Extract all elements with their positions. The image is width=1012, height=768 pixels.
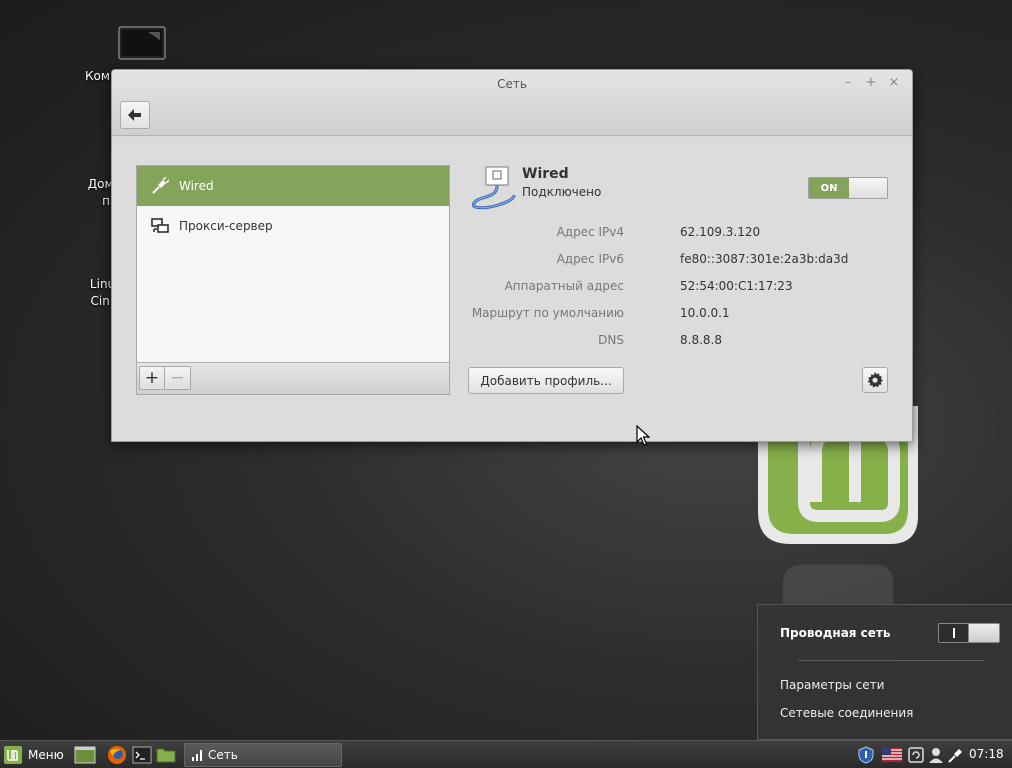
list-item-label: Wired [179, 179, 214, 193]
arrow-left-icon [128, 109, 141, 121]
minimize-button[interactable]: – [841, 75, 855, 91]
list-item-label: Прокси-сервер [179, 219, 273, 233]
info-value: 62.109.3.120 [680, 225, 761, 239]
list-toolbar: + − [137, 362, 449, 394]
maximize-button[interactable]: + [864, 75, 878, 91]
gear-icon [867, 372, 883, 388]
terminal-icon[interactable] [132, 745, 152, 765]
taskbar-item-label: Сеть [208, 748, 238, 762]
toggle-on-label: ON [809, 178, 849, 198]
popup-separator [798, 660, 984, 661]
mouse-cursor-icon [636, 425, 650, 446]
window-title: Сеть [497, 77, 527, 91]
computer-icon [118, 26, 166, 62]
connection-name: Wired [522, 166, 569, 182]
add-profile-button[interactable]: Добавить профиль... [468, 367, 624, 394]
info-value: 10.0.0.1 [680, 306, 730, 320]
info-row-ipv6: Адрес IPv6 fe80::3087:301e:2a3b:da3d [468, 252, 868, 270]
info-row-dns: DNS 8.8.8.8 [468, 333, 868, 351]
info-label: Адрес IPv4 [556, 225, 624, 239]
connection-status: Подключено [522, 185, 602, 199]
info-row-mac: Аппаратный адрес 52:54:00:C1:17:23 [468, 279, 868, 297]
menu-button[interactable]: Меню [4, 744, 64, 766]
user-icon[interactable] [927, 746, 945, 764]
bottom-panel: Меню Сеть 07:18 [0, 740, 1012, 768]
network-wired-icon[interactable] [947, 746, 965, 764]
info-label: Аппаратный адрес [504, 279, 624, 293]
info-label: Маршрут по умолчанию [471, 306, 624, 320]
info-row-route: Маршрут по умолчанию 10.0.0.1 [468, 306, 868, 324]
ethernet-cable-icon [471, 166, 516, 210]
network-settings-item[interactable]: Параметры сети [780, 678, 884, 692]
mint-menu-icon [4, 746, 22, 764]
connection-list: Wired Прокси-сервер + − [136, 165, 450, 395]
window-content: Wired Прокси-сервер + − Wired Подключено… [112, 137, 912, 441]
network-applet-popup: Проводная сеть Параметры сети Сетевые со… [757, 604, 1012, 740]
remove-connection-button[interactable]: − [165, 366, 191, 390]
add-connection-button[interactable]: + [139, 366, 165, 390]
window-titlebar[interactable]: Сеть – + × [112, 70, 912, 136]
show-desktop-icon[interactable] [74, 745, 96, 765]
wired-plug-icon [152, 177, 169, 194]
taskbar-item-network[interactable]: Сеть [184, 743, 342, 767]
back-button[interactable] [120, 101, 150, 129]
us-flag-icon[interactable] [882, 746, 902, 764]
info-row-ipv4: Адрес IPv4 62.109.3.120 [468, 225, 868, 243]
clock[interactable]: 07:18 [969, 747, 1004, 761]
info-value: 52:54:00:C1:17:23 [680, 279, 793, 293]
connection-toggle[interactable]: ON [808, 177, 888, 199]
wired-network-switch[interactable] [938, 623, 1000, 643]
files-folder-icon[interactable] [156, 745, 176, 765]
list-item-proxy[interactable]: Прокси-сервер [137, 206, 449, 246]
info-value: fe80::3087:301e:2a3b:da3d [680, 252, 849, 266]
network-signal-icon [192, 750, 202, 761]
shield-icon[interactable] [857, 746, 875, 764]
network-connections-item[interactable]: Сетевые соединения [780, 706, 913, 720]
network-settings-window: Сеть – + × Wired Прокси-сервер + − Wired… [111, 69, 913, 442]
update-manager-icon[interactable] [907, 746, 925, 764]
info-value: 8.8.8.8 [680, 333, 722, 347]
list-item-wired[interactable]: Wired [137, 166, 449, 206]
info-label: Адрес IPv6 [556, 252, 624, 266]
menu-label: Меню [28, 748, 64, 762]
close-button[interactable]: × [887, 75, 901, 91]
wired-network-title: Проводная сеть [780, 626, 891, 640]
settings-button[interactable] [862, 367, 888, 393]
info-label: DNS [598, 333, 624, 347]
firefox-icon[interactable] [107, 745, 127, 765]
proxy-network-icon [151, 218, 169, 233]
